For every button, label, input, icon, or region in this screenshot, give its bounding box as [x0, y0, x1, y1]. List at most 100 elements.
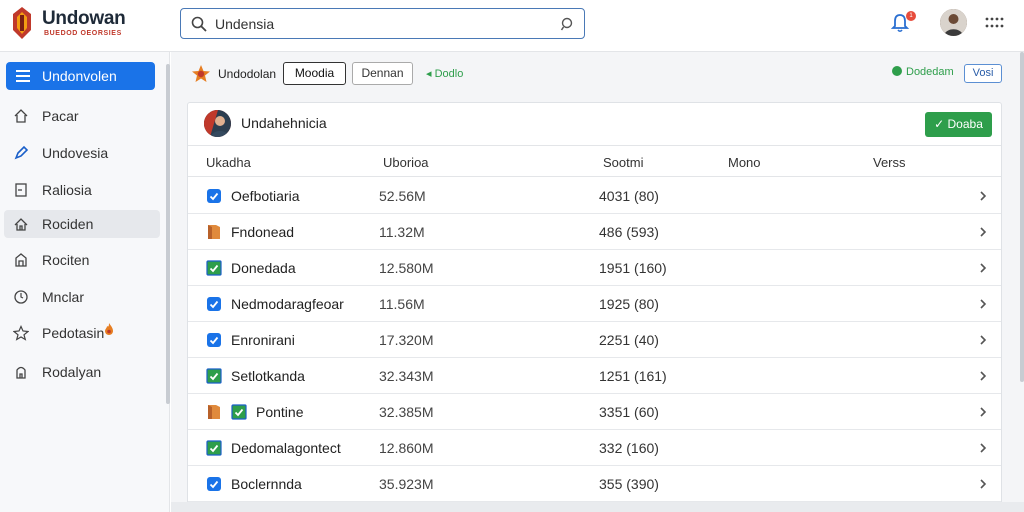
sidebar-scrollbar[interactable] [166, 64, 170, 404]
column-header[interactable]: Sootmi [603, 155, 643, 170]
column-header[interactable]: Uborioa [383, 155, 429, 170]
row-size: 12.580M [379, 260, 434, 276]
sidebar: Undonvolen Pacar Undovesia Raliosia Roci… [0, 52, 170, 512]
sidebar-item-label: Undovesia [42, 145, 109, 161]
main-content: Undodolan Moodia Dennan ◂ Dodlo Dodedam … [171, 52, 1024, 512]
sidebar-item-label: Pacar [42, 108, 79, 124]
search-icon [191, 16, 207, 32]
top-bar: Undowan BUEDOD OEORSIES Undensia 1 [0, 0, 1024, 52]
sidebar-item-raliosia[interactable]: Raliosia [4, 176, 160, 204]
table-row[interactable]: Fndonead 11.32M 486 (593) [188, 214, 1001, 250]
secondary-tab-button[interactable]: Dennan [352, 62, 413, 85]
orange-folder-icon [206, 404, 222, 420]
row-stat: 1951 (160) [599, 260, 667, 276]
pen-icon [14, 145, 29, 160]
chevron-right-icon[interactable] [978, 478, 988, 490]
search-submit-icon[interactable] [560, 17, 574, 31]
row-name: Setlotkanda [231, 368, 305, 384]
avatar[interactable] [940, 9, 967, 36]
row-stat: 486 (593) [599, 224, 659, 240]
apps-grid-icon[interactable] [984, 15, 1004, 31]
home-icon [14, 109, 28, 123]
row-name: Donedada [231, 260, 296, 276]
back-link-label: Dodlo [434, 68, 464, 80]
main-scrollbar[interactable] [1020, 52, 1024, 382]
data-panel: Undahehnicia ✓ Doaba Ukadha Uborioa Soot… [187, 102, 1002, 512]
table-row[interactable]: Setlotkanda 32.343M 1251 (161) [188, 358, 1001, 394]
green-check-icon [206, 368, 222, 384]
fire-icon [105, 323, 113, 335]
column-header[interactable]: Mono [728, 155, 761, 170]
row-name: Nedmodaragfeoar [231, 296, 344, 312]
building-icon [15, 253, 27, 267]
back-link[interactable]: ◂ Dodlo [426, 67, 463, 80]
row-size: 32.343M [379, 368, 434, 384]
logo-icon [13, 7, 31, 39]
row-size: 17.320M [379, 332, 434, 348]
chevron-right-icon[interactable] [978, 406, 988, 418]
chevron-right-icon[interactable] [978, 262, 988, 274]
tower-icon [16, 366, 26, 379]
sidebar-item-rodalyan[interactable]: Rodalyan [4, 358, 160, 386]
star-icon [13, 325, 29, 341]
chevron-right-icon[interactable] [978, 190, 988, 202]
sidebar-item-pedotasin[interactable]: Pedotasin [4, 319, 160, 347]
orange-folder-icon [206, 224, 222, 240]
sidebar-item-label: Rociden [42, 216, 94, 232]
table-row[interactable]: Oefbotiaria 52.56M 4031 (80) [188, 178, 1001, 214]
small-action-button[interactable]: Vosi [964, 64, 1002, 83]
sidebar-item-mnclar[interactable]: Mnclar [4, 283, 160, 311]
door-icon [15, 183, 27, 197]
table-row[interactable]: Dedomalagontect 12.860M 332 (160) [188, 430, 1001, 466]
sidebar-item-active[interactable]: Undonvolen [6, 62, 155, 90]
panel-action-label: Doaba [947, 117, 983, 131]
green-check-icon [206, 440, 222, 456]
row-name: Enronirani [231, 332, 295, 348]
column-header[interactable]: Ukadha [206, 155, 251, 170]
app-logo[interactable]: Undowan BUEDOD OEORSIES [10, 6, 170, 42]
row-size: 52.56M [379, 188, 426, 204]
table-row[interactable]: Nedmodaragfeoar 11.56M 1925 (80) [188, 286, 1001, 322]
column-header[interactable]: Verss [873, 155, 906, 170]
user-avatar-icon [940, 9, 967, 36]
row-size: 12.860M [379, 440, 434, 456]
house-icon [14, 218, 28, 231]
chevron-right-icon[interactable] [978, 370, 988, 382]
chevron-right-icon[interactable] [978, 298, 988, 310]
row-size: 11.32M [379, 224, 425, 240]
row-stat: 355 (390) [599, 476, 659, 492]
search-box[interactable]: Undensia [180, 8, 585, 39]
chevron-right-icon[interactable] [978, 334, 988, 346]
row-stat: 332 (160) [599, 440, 659, 456]
row-name: Oefbotiaria [231, 188, 300, 204]
table-row[interactable]: Boclernnda 35.923M 355 (390) [188, 466, 1001, 502]
sidebar-item-rociten[interactable]: Rociten [4, 246, 160, 274]
menu-icon [16, 70, 30, 82]
blue-check-icon [206, 476, 222, 492]
row-name: Pontine [256, 404, 304, 420]
chevron-right-icon[interactable] [978, 226, 988, 238]
row-stat: 3351 (60) [599, 404, 659, 420]
sidebar-item-pacar[interactable]: Pacar [4, 102, 160, 130]
panel-avatar-icon [204, 110, 231, 137]
row-stat: 4031 (80) [599, 188, 659, 204]
row-name: Fndonead [231, 224, 295, 240]
table-row[interactable]: Enronirani 17.320M 2251 (40) [188, 322, 1001, 358]
table-row[interactable]: Pontine 32.385M 3351 (60) [188, 394, 1001, 430]
sidebar-item-label: Mnclar [42, 289, 85, 305]
panel-action-button[interactable]: ✓ Doaba [925, 112, 992, 137]
search-input[interactable]: Undensia [215, 16, 274, 32]
primary-tab-button[interactable]: Moodia [283, 62, 346, 85]
panel-header: Undahehnicia ✓ Doaba [188, 103, 1001, 146]
sidebar-item-label: Rociten [42, 252, 90, 268]
row-name: Dedomalagontect [231, 440, 341, 456]
blue-check-icon [206, 188, 222, 204]
chevron-right-icon[interactable] [978, 442, 988, 454]
table-row[interactable]: Donedada 12.580M 1951 (160) [188, 250, 1001, 286]
app-subtitle: BUEDOD OEORSIES [44, 30, 122, 37]
sidebar-item-undovesia[interactable]: Undovesia [4, 139, 160, 167]
sidebar-item-label: Undonvolen [42, 68, 117, 84]
horizontal-scrollbar[interactable] [171, 502, 1024, 512]
sidebar-item-rociden[interactable]: Rociden [4, 210, 160, 238]
blue-check-icon [206, 296, 222, 312]
